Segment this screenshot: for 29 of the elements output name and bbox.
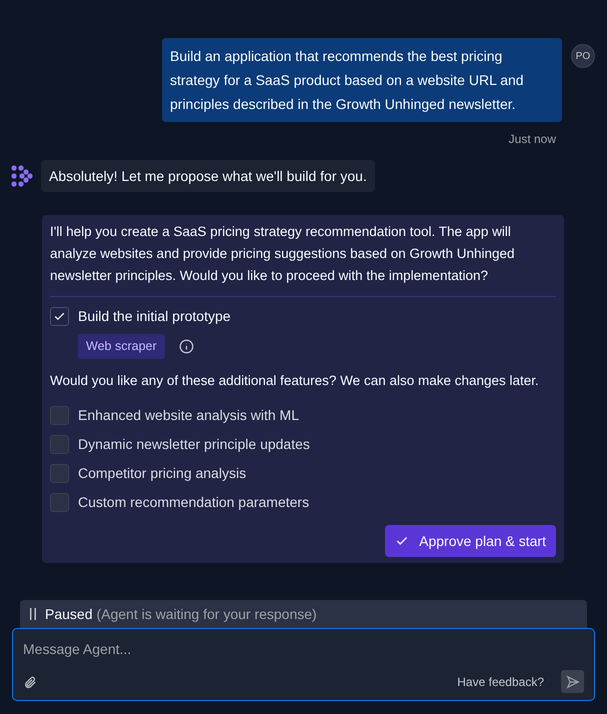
pause-icon bbox=[29, 608, 37, 620]
send-icon bbox=[566, 674, 580, 688]
info-icon[interactable] bbox=[178, 338, 194, 354]
send-button[interactable] bbox=[561, 670, 584, 693]
check-icon bbox=[53, 310, 66, 323]
agent-message: Absolutely! Let me propose what we'll build for you. bbox=[41, 160, 375, 192]
checkbox[interactable] bbox=[50, 406, 69, 425]
message-time: Just now bbox=[508, 131, 556, 148]
checkbox-label: Custom recommendation parameters bbox=[78, 493, 310, 512]
features-question: Would you like any of these additional features? We can also make changes later. bbox=[50, 372, 540, 390]
checkbox-label: Build the initial prototype bbox=[78, 307, 231, 326]
status-detail: (Agent is waiting for your response) bbox=[96, 604, 317, 624]
user-message: Build an application that recommends the best pricing strategy for a SaaS product based on a website URL and principles described in the Growth Unhinged newsletter. bbox=[162, 38, 562, 122]
user-avatar: PO bbox=[571, 44, 595, 68]
checkbox[interactable] bbox=[50, 493, 69, 512]
check-icon bbox=[395, 534, 410, 548]
checkbox-label: Competitor pricing analysis bbox=[78, 464, 246, 483]
message-field[interactable]: Message Agent... Have feedback? bbox=[12, 628, 595, 701]
checkbox[interactable] bbox=[50, 435, 69, 454]
plan-summary: I'll help you create a SaaS pricing strategy recommendation tool. The app will analyze websites and provide pricing suggestions based on Growth Unhinged newsletter principles. Would you like to proceed with the implementation? bbox=[50, 223, 516, 285]
checkbox-label: Enhanced website analysis with ML bbox=[78, 406, 300, 425]
approve-button[interactable]: Approve plan & start bbox=[385, 525, 556, 557]
feedback-link[interactable]: Have feedback? bbox=[457, 672, 544, 690]
checkbox[interactable] bbox=[50, 307, 69, 326]
status-label: Paused bbox=[45, 604, 92, 624]
agent-logo-icon bbox=[11, 165, 33, 187]
checkbox[interactable] bbox=[50, 464, 69, 483]
tag: Web scraper bbox=[78, 334, 165, 359]
checkbox-label: Dynamic newsletter principle updates bbox=[78, 435, 310, 454]
